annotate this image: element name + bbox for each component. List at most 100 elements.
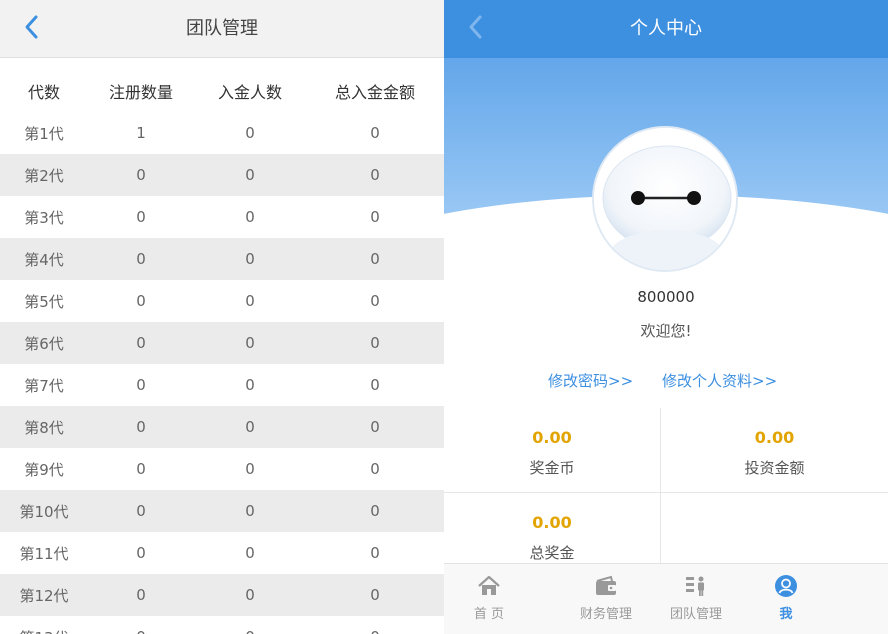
table-cell: 第10代 (19, 502, 69, 521)
stat-value: 0.00 (532, 428, 572, 447)
tab-label: 首 页 (473, 607, 505, 622)
wallet-icon (596, 575, 616, 595)
table-cell: 0 (370, 334, 380, 352)
table-cell: 0 (370, 376, 380, 394)
column-header: 代数 (27, 83, 60, 102)
table-cell: 0 (245, 544, 255, 562)
stat-label: 总奖金 (529, 544, 575, 562)
page-title: 个人中心 (630, 18, 702, 39)
tab-label: 团队管理 (669, 607, 722, 622)
table-cell: 0 (194, 628, 306, 634)
table-row: 第8代 0 0 0 (0, 406, 444, 448)
table-cell: 第1代 (24, 124, 64, 143)
team-icon (686, 576, 704, 596)
table-cell: 第5代 (24, 292, 64, 311)
table-row: 第3代 0 0 0 (0, 196, 444, 238)
table-cell: 第2代 (24, 166, 64, 185)
column-header: 入金人数 (217, 83, 282, 102)
home-icon (478, 575, 500, 595)
table-cell: 0 (245, 292, 255, 310)
stats-grid: 0.00 奖金币 0.00 投资金额 0.00 总奖金 (444, 408, 888, 563)
table-cell: 0 (136, 250, 146, 268)
table-cell: 0 (245, 502, 255, 520)
table-row: 第9代 0 0 0 (0, 448, 444, 490)
table-cell: 第11代 (19, 544, 69, 563)
table-cell: 0 (245, 586, 255, 604)
table-cell: 0 (245, 124, 255, 142)
avatar[interactable] (592, 126, 738, 272)
personal-center-screen: 个人中心 800000 欢迎您! 修改密码>> 修改个人资料>> 0.00 奖金… (444, 0, 888, 634)
table-cell: 第13代 (0, 627, 88, 634)
stat-investment[interactable]: 0.00 投资金额 (661, 408, 888, 492)
stat-value: 0.00 (532, 513, 572, 532)
table-cell: 第7代 (24, 376, 64, 395)
table-cell: 0 (136, 586, 146, 604)
tab-label: 我 (779, 607, 793, 622)
table-row: 第12代 0 0 0 (0, 574, 444, 616)
table-cell: 第9代 (24, 460, 64, 479)
table-cell: 0 (370, 502, 380, 520)
table-row: 第1代 1 0 0 (0, 112, 444, 154)
table-cell: 0 (245, 250, 255, 268)
tab-finance[interactable]: 财务管理 (561, 564, 651, 634)
table-body: 第1代 1 0 0 第2代 0 0 0 第3代 0 0 0 第4代 0 0 0 第5代 0 0 0 第6代 0 0 0 第7代 0… (0, 112, 444, 634)
table-row: 第10代 0 0 0 (0, 490, 444, 532)
table-cell: 0 (370, 124, 380, 142)
table-header-row: 代数 注册数量 入金人数 总入金金额 (0, 70, 444, 112)
table-row: 第5代 0 0 0 (0, 280, 444, 322)
table-cell: 0 (88, 628, 194, 634)
table-row: 第7代 0 0 0 (0, 364, 444, 406)
table-cell: 0 (370, 292, 380, 310)
table-cell: 0 (136, 376, 146, 394)
table-row: 第11代 0 0 0 (0, 532, 444, 574)
tab-me[interactable]: 我 (741, 564, 831, 634)
table-cell: 0 (136, 292, 146, 310)
table-cell: 0 (136, 502, 146, 520)
profile-header: 个人中心 (444, 0, 888, 58)
stat-value: 0.00 (754, 428, 795, 447)
table-cell: 0 (370, 460, 380, 478)
column-header: 注册数量 (108, 83, 173, 102)
table-cell: 1 (136, 124, 146, 142)
team-table: 代数 注册数量 入金人数 总入金金额 第1代 1 0 0 第2代 0 0 0 第3代 0 0 0 第4代… (0, 70, 444, 634)
table-cell: 0 (136, 418, 146, 436)
table-cell: 第3代 (24, 208, 64, 227)
table-cell: 0 (136, 334, 146, 352)
user-icon (775, 575, 797, 597)
table-cell: 0 (136, 166, 146, 184)
table-cell: 第4代 (24, 250, 64, 269)
edit-profile-link[interactable]: 修改个人资料>> (662, 370, 777, 391)
tab-home[interactable]: 首 页 (444, 564, 534, 634)
table-cell: 0 (370, 166, 380, 184)
stat-bonus-coins[interactable]: 0.00 奖金币 (444, 408, 660, 492)
team-management-screen: 团队管理 代数 注册数量 入金人数 总入金金额 第1代 1 0 0 第2代 0 0 0 第3代 0… (0, 0, 444, 634)
welcome-text: 欢迎您! (640, 322, 692, 340)
table-cell: 0 (370, 250, 380, 268)
table-cell: 0 (370, 208, 380, 226)
table-cell: 0 (245, 418, 255, 436)
table-cell: 0 (370, 418, 380, 436)
table-cell: 第8代 (24, 418, 64, 437)
table-cell: 第12代 (19, 586, 69, 605)
tab-team[interactable]: 团队管理 (651, 564, 741, 634)
table-cell: 0 (245, 334, 255, 352)
table-row: 第6代 0 0 0 (0, 322, 444, 364)
team-header: 团队管理 (0, 0, 444, 58)
table-cell: 0 (370, 544, 380, 562)
table-cell: 0 (136, 208, 146, 226)
change-password-link[interactable]: 修改密码>> (548, 370, 633, 391)
page-title: 团队管理 (186, 18, 258, 39)
table-row: 第4代 0 0 0 (0, 238, 444, 280)
bottom-tab-bar: 首 页 财务管理 团队管理 我 (444, 563, 888, 634)
table-cell: 0 (136, 544, 146, 562)
username: 800000 (637, 288, 695, 306)
table-cell: 0 (136, 460, 146, 478)
table-cell: 0 (370, 586, 380, 604)
stat-label: 投资金额 (744, 459, 805, 477)
table-row: 第2代 0 0 0 (0, 154, 444, 196)
stat-label: 奖金币 (529, 459, 575, 477)
avatar-face-icon (594, 128, 736, 270)
table-cell: 0 (245, 460, 255, 478)
table-cell: 0 (245, 166, 255, 184)
table-row: 第13代000 (0, 616, 444, 634)
